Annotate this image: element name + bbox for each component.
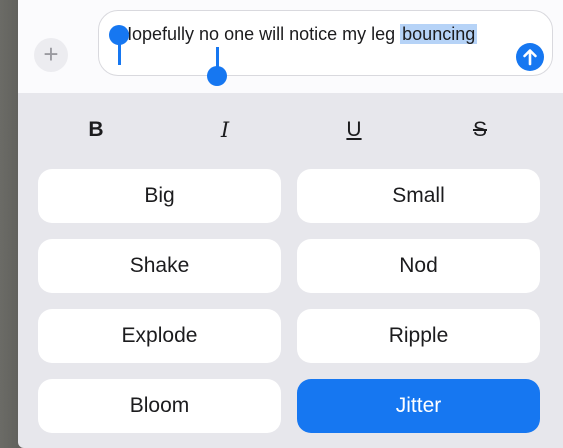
bold-button[interactable]: B — [76, 118, 116, 142]
effect-big-button[interactable]: Big — [38, 169, 281, 223]
message-text-plain: Hopefully no one will notice my leg — [119, 24, 401, 44]
formatting-toolbar: B I U S — [18, 112, 563, 152]
underline-button[interactable]: U — [334, 118, 374, 142]
italic-button[interactable]: I — [205, 118, 245, 142]
message-input[interactable]: Hopefully no one will notice my leg boun… — [98, 10, 553, 86]
effect-jitter-button[interactable]: Jitter — [297, 379, 540, 433]
arrow-up-icon — [523, 49, 537, 66]
strikethrough-button[interactable]: S — [460, 118, 500, 142]
effect-shake-button[interactable]: Shake — [38, 239, 281, 293]
effect-ripple-button[interactable]: Ripple — [297, 309, 540, 363]
compose-bar: + Hopefully no one will notice my leg bo… — [18, 0, 563, 93]
plus-icon[interactable]: + — [34, 38, 68, 72]
effect-nod-button[interactable]: Nod — [297, 239, 540, 293]
selection-end-handle[interactable] — [207, 66, 227, 86]
effect-bloom-button[interactable]: Bloom — [38, 379, 281, 433]
message-text[interactable]: Hopefully no one will notice my leg boun… — [119, 22, 499, 46]
effect-small-button[interactable]: Small — [297, 169, 540, 223]
selected-text[interactable]: bouncing — [400, 24, 478, 44]
selection-start-handle[interactable] — [109, 25, 129, 45]
send-button[interactable] — [516, 43, 544, 71]
effect-explode-button[interactable]: Explode — [38, 309, 281, 363]
message-effects-panel: + Hopefully no one will notice my leg bo… — [18, 0, 563, 448]
